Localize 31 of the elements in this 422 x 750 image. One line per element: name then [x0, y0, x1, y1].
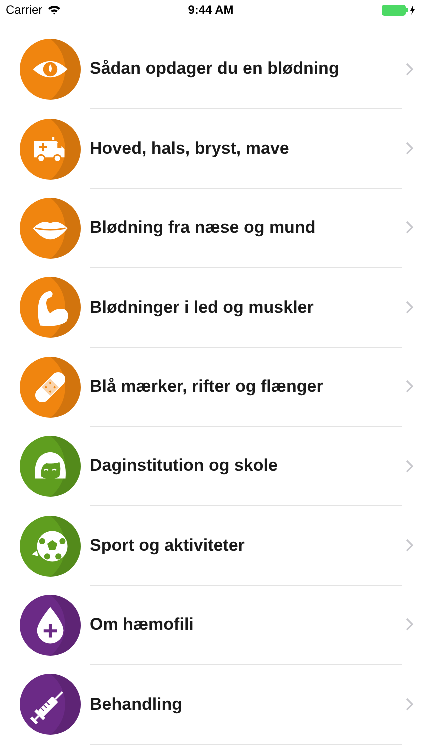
- lips-icon: [20, 198, 81, 259]
- menu-item[interactable]: Om hæmofili: [0, 586, 422, 666]
- menu-item[interactable]: Blødning fra næse og mund: [0, 188, 422, 268]
- menu-item[interactable]: Sport og aktiviteter: [0, 506, 422, 586]
- syringe-icon: [20, 674, 81, 736]
- ambulance-icon: [20, 118, 81, 180]
- wifi-icon: [48, 5, 61, 15]
- arm-icon: [20, 277, 81, 338]
- drop-plus-icon: [20, 594, 81, 656]
- chevron-icon: [406, 698, 414, 711]
- chevron-icon: [406, 62, 414, 76]
- menu-item[interactable]: Blødninger i led og muskler: [0, 268, 422, 348]
- chevron-icon: [406, 380, 414, 394]
- battery-icon: [382, 4, 416, 16]
- menu-item[interactable]: Sådan opdager du en blødning: [0, 30, 422, 110]
- chevron-icon: [406, 300, 414, 314]
- chevron-icon: [406, 221, 414, 234]
- chevron-icon: [406, 539, 414, 552]
- chevron-icon: [406, 618, 414, 632]
- menu-item[interactable]: Behandling: [0, 665, 422, 745]
- carrier-label: Carrier: [6, 2, 43, 19]
- eye-icon: [20, 39, 81, 100]
- soccer-ball-icon: [20, 516, 81, 577]
- chevron-icon: [406, 460, 414, 473]
- menu-item[interactable]: Blå mærker, rifter og flænger: [0, 348, 422, 427]
- clock-time: 9:44 AM: [188, 2, 234, 19]
- chevron-icon: [406, 142, 414, 156]
- bandage-icon: [20, 356, 81, 418]
- girl-face-icon: [20, 436, 81, 498]
- menu-item[interactable]: Daginstitution og skole: [0, 426, 422, 506]
- menu-item[interactable]: Hoved, hals, bryst, mave: [0, 109, 422, 189]
